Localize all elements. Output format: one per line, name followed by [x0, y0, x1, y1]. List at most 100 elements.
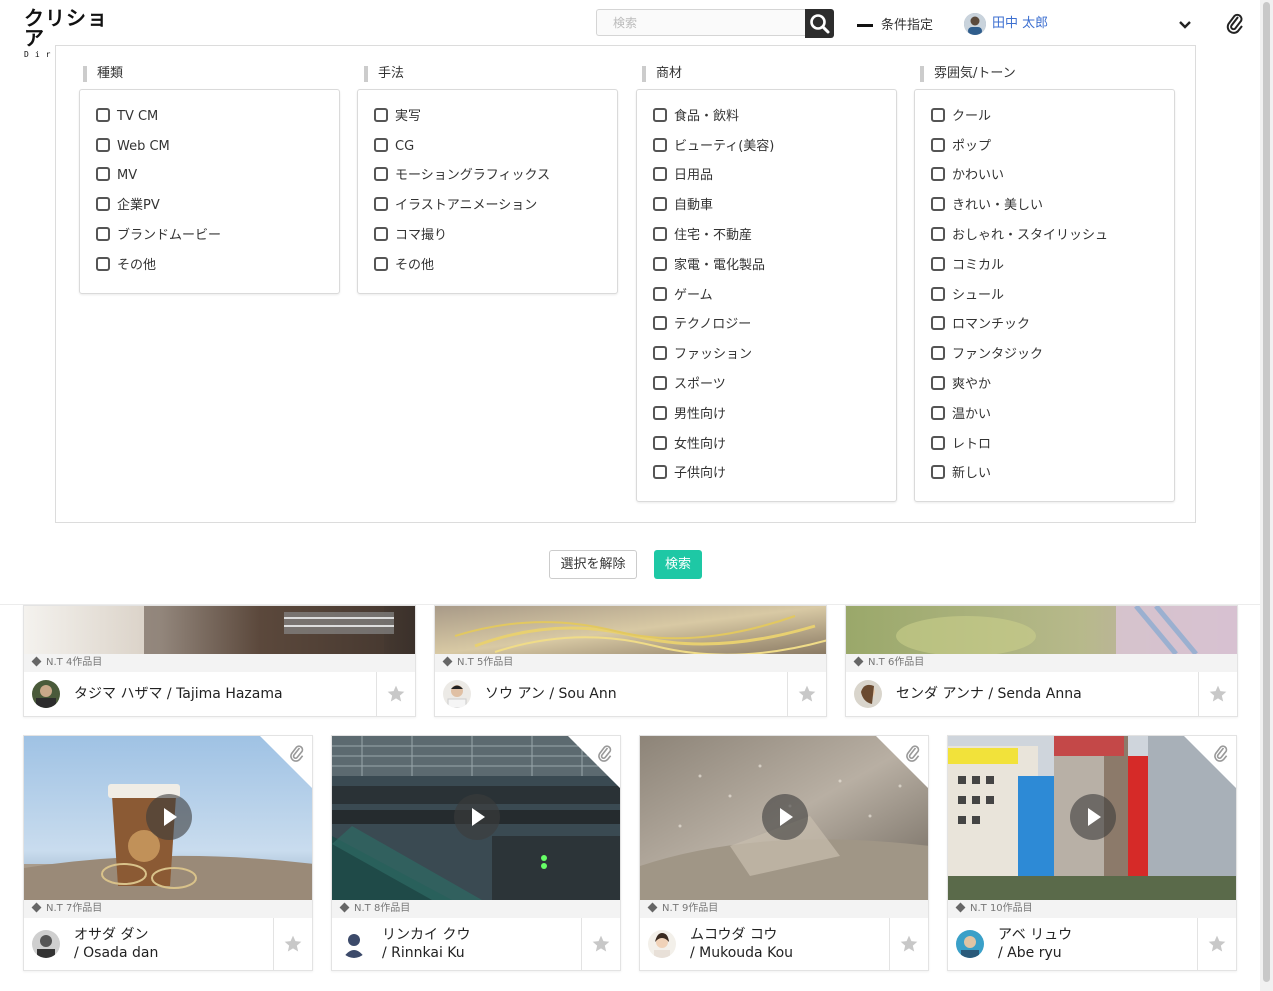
- checkbox[interactable]: [374, 137, 388, 152]
- checkbox[interactable]: [931, 107, 945, 122]
- filter-option[interactable]: レトロ: [931, 435, 991, 455]
- director-name-ja[interactable]: オサダ ダン: [74, 926, 148, 944]
- director-name[interactable]: タジマ ハザマ / Tajima Hazama: [74, 685, 283, 703]
- clear-selection-button[interactable]: 選択を解除: [549, 550, 637, 579]
- director-name[interactable]: センダ アンナ / Senda Anna: [896, 685, 1082, 703]
- filter-option[interactable]: スポーツ: [653, 375, 726, 395]
- filter-option[interactable]: 自動車: [653, 196, 713, 216]
- paperclip-icon[interactable]: [1226, 12, 1244, 34]
- work-thumbnail[interactable]: [24, 736, 312, 900]
- checkbox[interactable]: [374, 107, 388, 122]
- favorite-button[interactable]: [889, 918, 928, 970]
- checkbox[interactable]: [931, 256, 945, 271]
- filter-option[interactable]: 子供向け: [653, 464, 726, 484]
- filter-option[interactable]: ブランドムービー: [96, 226, 221, 246]
- checkbox[interactable]: [931, 464, 945, 479]
- checkbox[interactable]: [653, 256, 667, 271]
- work-thumbnail[interactable]: [948, 736, 1236, 900]
- checkbox[interactable]: [931, 137, 945, 152]
- paperclip-icon[interactable]: [598, 744, 612, 762]
- work-card[interactable]: N.T 7作品目 オサダ ダン / Osada dan: [23, 735, 313, 971]
- filter-option[interactable]: ファッション: [653, 345, 752, 365]
- avatar[interactable]: [956, 930, 984, 958]
- filter-option[interactable]: テクノロジー: [653, 315, 751, 335]
- work-card[interactable]: N.T 10作品目 アベ リュウ / Abe ryu: [947, 735, 1237, 971]
- checkbox[interactable]: [374, 256, 388, 271]
- checkbox[interactable]: [374, 196, 388, 211]
- filter-option[interactable]: おしゃれ・スタイリッシュ: [931, 226, 1108, 246]
- checkbox[interactable]: [96, 107, 110, 122]
- paperclip-icon[interactable]: [906, 744, 920, 762]
- user-menu[interactable]: 田中 太郎: [964, 12, 1048, 36]
- director-name-ja[interactable]: リンカイ クウ: [382, 926, 470, 944]
- director-name-en[interactable]: / Abe ryu: [998, 944, 1062, 962]
- checkbox[interactable]: [653, 315, 667, 330]
- checkbox[interactable]: [931, 405, 945, 420]
- avatar[interactable]: [443, 680, 471, 708]
- checkbox[interactable]: [374, 226, 388, 241]
- paperclip-icon[interactable]: [290, 744, 304, 762]
- chevron-down-icon[interactable]: [1178, 16, 1192, 29]
- checkbox[interactable]: [931, 315, 945, 330]
- checkbox[interactable]: [653, 137, 667, 152]
- work-thumbnail[interactable]: [24, 606, 415, 654]
- work-card[interactable]: N.T 6作品目 センダ アンナ / Senda Anna: [845, 605, 1238, 717]
- checkbox[interactable]: [653, 435, 667, 450]
- play-icon[interactable]: [454, 794, 500, 840]
- checkbox[interactable]: [931, 375, 945, 390]
- director-name[interactable]: ソウ アン / Sou Ann: [485, 685, 617, 703]
- avatar[interactable]: [32, 930, 60, 958]
- favorite-button[interactable]: [1197, 918, 1236, 970]
- director-name-ja[interactable]: ムコウダ コウ: [690, 926, 777, 944]
- favorite-button[interactable]: [273, 918, 312, 970]
- logo[interactable]: クリショア Directors: [24, 8, 124, 59]
- favorite-button[interactable]: [787, 672, 826, 716]
- checkbox[interactable]: [653, 345, 667, 360]
- filter-option[interactable]: 家電・電化製品: [653, 256, 765, 276]
- work-thumbnail[interactable]: [332, 736, 620, 900]
- checkbox[interactable]: [931, 286, 945, 301]
- filter-option[interactable]: 新しい: [931, 464, 991, 484]
- filter-option[interactable]: 爽やか: [931, 375, 991, 395]
- work-card[interactable]: N.T 9作品目 ムコウダ コウ / Mukouda Kou: [639, 735, 929, 971]
- checkbox[interactable]: [653, 286, 667, 301]
- filter-option[interactable]: 男性向け: [653, 405, 726, 425]
- work-card[interactable]: N.T 8作品目 リンカイ クウ / Rinnkai Ku: [331, 735, 621, 971]
- checkbox[interactable]: [96, 256, 110, 271]
- checkbox[interactable]: [96, 137, 110, 152]
- filter-option[interactable]: MV: [96, 166, 137, 186]
- favorite-button[interactable]: [376, 672, 415, 716]
- paperclip-icon[interactable]: [1214, 744, 1228, 762]
- director-name-en[interactable]: / Osada dan: [74, 944, 158, 962]
- work-card[interactable]: N.T 5作品目 ソウ アン / Sou Ann: [434, 605, 827, 717]
- filter-option[interactable]: CG: [374, 137, 414, 157]
- checkbox[interactable]: [653, 226, 667, 241]
- director-name-en[interactable]: / Mukouda Kou: [690, 944, 793, 962]
- checkbox[interactable]: [931, 226, 945, 241]
- favorite-button[interactable]: [581, 918, 620, 970]
- checkbox[interactable]: [653, 166, 667, 181]
- work-card[interactable]: N.T 4作品目 タジマ ハザマ / Tajima Hazama: [23, 605, 416, 717]
- favorite-button[interactable]: [1198, 672, 1237, 716]
- search-submit-button[interactable]: 検索: [654, 550, 702, 579]
- filter-option[interactable]: その他: [374, 256, 434, 276]
- conditions-toggle[interactable]: 条件指定: [857, 14, 933, 34]
- filter-option[interactable]: きれい・美しい: [931, 196, 1043, 216]
- filter-option[interactable]: 温かい: [931, 405, 991, 425]
- filter-option[interactable]: ビューティ(美容): [653, 137, 774, 157]
- director-name-ja[interactable]: アベ リュウ: [998, 926, 1072, 944]
- avatar[interactable]: [340, 930, 368, 958]
- checkbox[interactable]: [653, 375, 667, 390]
- filter-option[interactable]: ゲーム: [653, 286, 713, 306]
- filter-option[interactable]: その他: [96, 256, 156, 276]
- filter-option[interactable]: コマ撮り: [374, 226, 447, 246]
- filter-option[interactable]: モーショングラフィックス: [374, 166, 550, 186]
- checkbox[interactable]: [931, 435, 945, 450]
- search-button[interactable]: [805, 9, 834, 38]
- filter-option[interactable]: Web CM: [96, 137, 170, 157]
- filter-option[interactable]: TV CM: [96, 107, 158, 127]
- filter-option[interactable]: ロマンチック: [931, 315, 1030, 335]
- work-thumbnail[interactable]: [846, 606, 1237, 654]
- checkbox[interactable]: [931, 166, 945, 181]
- filter-option[interactable]: シュール: [931, 286, 1004, 306]
